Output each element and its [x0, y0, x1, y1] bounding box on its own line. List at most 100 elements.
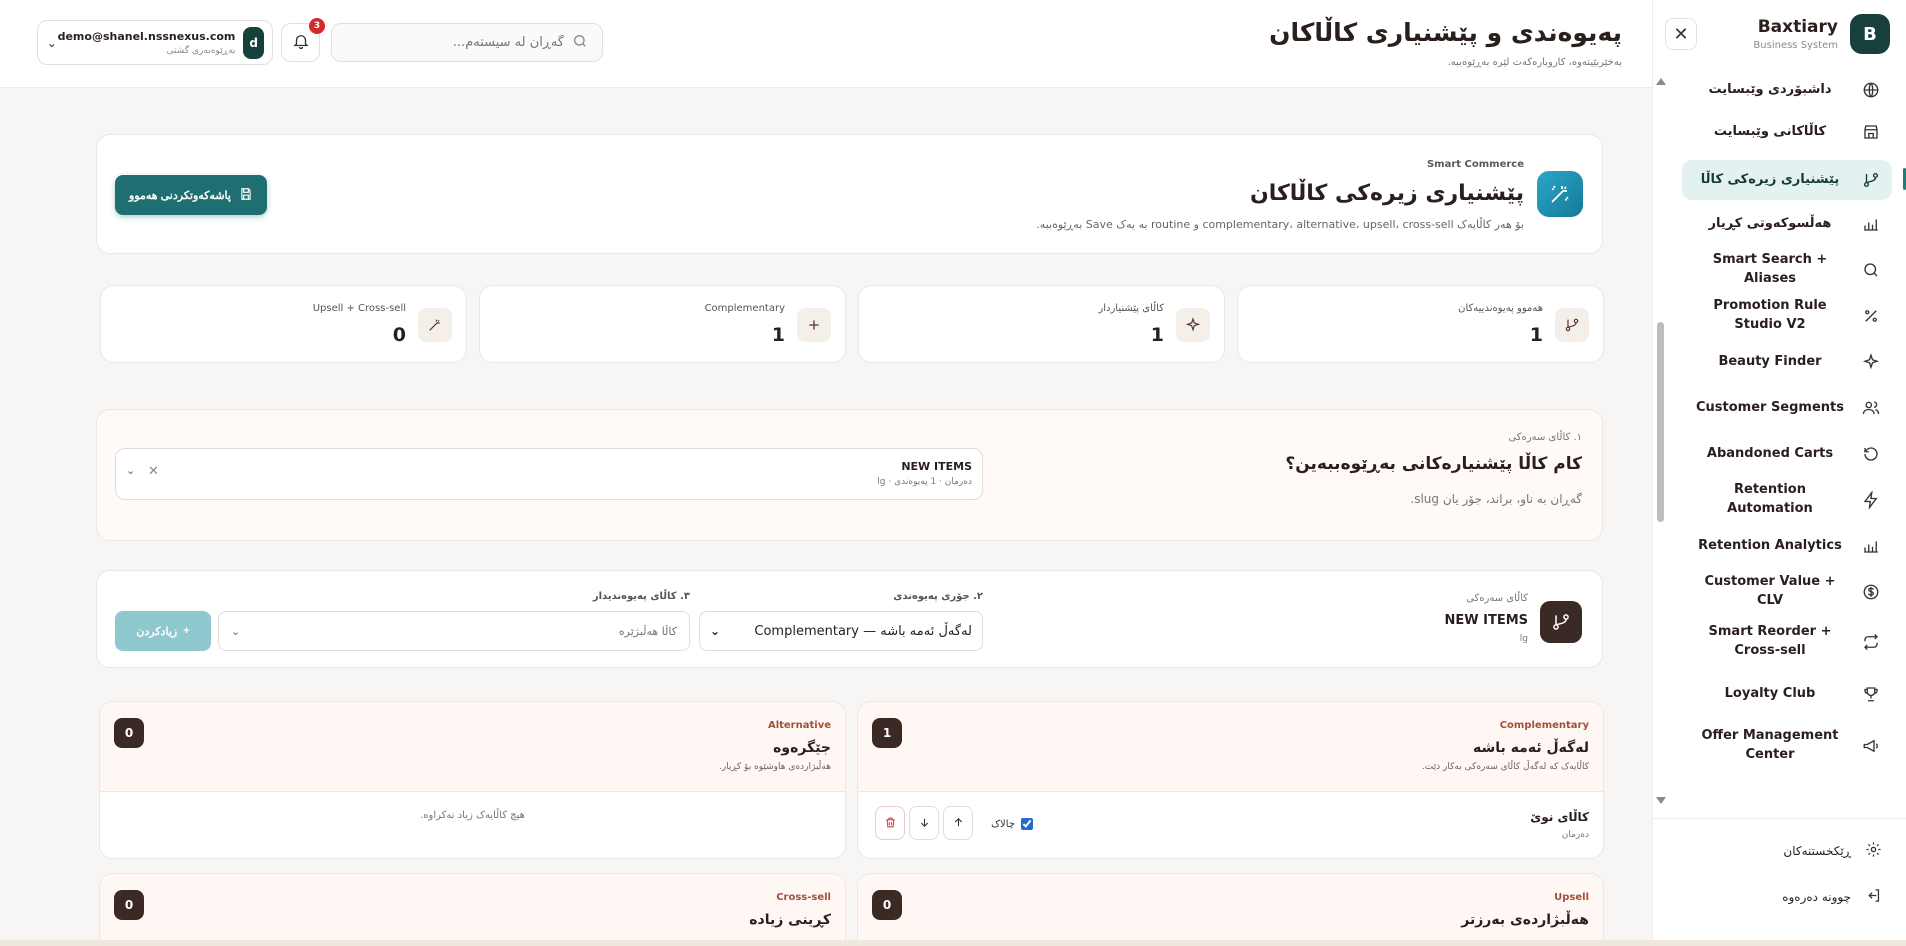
add-label: زیادکردن	[136, 625, 178, 638]
scroll-down-arrow[interactable]	[1656, 797, 1666, 804]
group-description: کاڵایەک کە لەگەڵ کاڵای سەرەکی بەکار دێت.	[1421, 762, 1589, 772]
sidebar-item-loyalty-club[interactable]: Loyalty Club	[1682, 678, 1892, 710]
repeat-icon	[1860, 631, 1882, 653]
group-title: هەڵبژاردەی بەرزتر	[1461, 912, 1589, 928]
users-icon	[1860, 397, 1882, 419]
delete-button[interactable]	[875, 806, 905, 840]
save-all-label: پاشەکەوتکردنی هەموو	[129, 189, 231, 202]
page-subtitle: بەخێربێیتەوە، کاروبارەکەت لێرە بەڕێوەببە…	[1447, 57, 1622, 68]
arrow-up-icon	[952, 814, 965, 833]
branch-icon	[1555, 308, 1589, 342]
sidebar-item-retention-automation[interactable]: Retention Automation	[1682, 482, 1892, 516]
source-product-select[interactable]: NEW ITEMS دەرمان · 1 پەیوەندی · lg ✕ ⌄	[115, 448, 983, 500]
logout-label: چوونە دەرەوە	[1782, 890, 1851, 904]
close-icon: ✕	[1673, 23, 1689, 45]
group-cross-sell: Cross-sell کڕینی زیادە 0	[99, 873, 846, 946]
main-product-brand: lg	[1519, 634, 1528, 644]
sidebar-item-customer-segments[interactable]: Customer Segments	[1682, 392, 1892, 424]
megaphone-icon	[1860, 735, 1882, 757]
branch-icon	[1540, 601, 1582, 643]
source-product-card: ١. کاڵای سەرەکی کام کاڵا پێشنیارەکانی بە…	[96, 409, 1603, 541]
add-relation-card: کاڵای سەرەکی NEW ITEMS lg ٢. جۆری پەیوەن…	[96, 570, 1603, 668]
stat-value: 1	[1529, 324, 1543, 346]
scroll-thumb[interactable]	[1657, 322, 1664, 522]
sidebar-item-customer-behavior[interactable]: هەڵسوکەوتی کڕیار	[1682, 208, 1892, 240]
sidebar-close-button[interactable]: ✕	[1665, 18, 1697, 50]
sidebar-item-smart-search[interactable]: Smart Search + Aliases	[1682, 252, 1892, 286]
logout-link[interactable]: چوونە دەرەوە	[1782, 887, 1882, 907]
save-all-button[interactable]: پاشەکەوتکردنی هەموو	[115, 175, 267, 215]
stat-label: هەموو پەیوەندییەکان	[1458, 303, 1543, 314]
move-up-button[interactable]	[943, 806, 973, 840]
group-count-badge: 0	[114, 890, 144, 920]
scroll-up-arrow[interactable]	[1656, 78, 1666, 85]
stat-card-upsell-crosssell: Upsell + Cross-sell 0	[100, 285, 467, 363]
chevron-down-icon[interactable]: ⌄	[126, 464, 135, 477]
notifications-button[interactable]: 3	[281, 18, 325, 62]
plus-icon	[797, 308, 831, 342]
group-title: جێگرەوە	[773, 740, 831, 756]
group-description: هەڵبژاردەی هاوشێوە بۆ کڕیار.	[718, 762, 831, 772]
sidebar-item-smart-reorder[interactable]: Smart Reorder + Cross-sell	[1682, 620, 1892, 664]
active-toggle[interactable]: چالاک	[991, 818, 1033, 830]
related-item-name: کاڵای نوێ	[1530, 810, 1589, 824]
settings-link[interactable]: ڕێکخستنەکان	[1783, 841, 1882, 861]
sidebar-item-label: Beauty Finder	[1718, 353, 1822, 369]
add-relation-button[interactable]: + زیادکردن	[115, 611, 211, 651]
user-role: بەڕێوەبەری گشتی	[166, 45, 236, 56]
sidebar-item-label: هەڵسوکەوتی کڕیار	[1708, 215, 1832, 231]
top-header: پەیوەندی و پێشنیاری کاڵاکان بەخێربێیتەوە…	[0, 0, 1652, 88]
user-menu[interactable]: ⌄ demo@shanel.nssnexus.com بەڕێوەبەری گش…	[37, 20, 273, 65]
sidebar-item-web-products[interactable]: کاڵاکانی وێبسایت	[1682, 116, 1892, 148]
group-title: کڕینی زیادە	[749, 912, 831, 928]
related-product-select[interactable]: ⌄	[218, 611, 690, 651]
sidebar-item-abandoned-carts[interactable]: Abandoned Carts	[1682, 438, 1892, 470]
relation-type-select[interactable]: لەگەڵ ئەمە باشە — Complementary ⌄	[699, 611, 983, 651]
hero-card: Smart Commerce پێشنیاری زیرەکی کاڵاکان ب…	[96, 134, 1603, 254]
clear-icon[interactable]: ✕	[148, 464, 159, 479]
sidebar-item-label: Customer Value + CLV	[1704, 574, 1836, 608]
sidebar-item-offer-management[interactable]: Offer Management Center	[1682, 724, 1892, 768]
main-product-label: کاڵای سەرەکی	[1466, 593, 1528, 604]
move-down-button[interactable]	[909, 806, 939, 840]
sidebar-item-label: پێشنیاری زیرەکی کاڵا	[1700, 171, 1840, 187]
branch-icon	[1860, 169, 1882, 191]
sidebar-scrollbar[interactable]	[1653, 72, 1667, 810]
sidebar-footer: ڕێکخستنەکان چوونە دەرەوە	[1652, 818, 1906, 904]
sidebar-item-beauty-finder[interactable]: Beauty Finder	[1682, 346, 1892, 378]
sidebar-item-promotion-rule-studio[interactable]: Promotion Rule Studio V2	[1682, 298, 1892, 332]
logout-icon	[1865, 887, 1882, 907]
settings-label: ڕێکخستنەکان	[1783, 844, 1851, 858]
sidebar-item-web-dashboard[interactable]: داشبۆردی وێبسایت	[1682, 74, 1892, 106]
stat-value: 0	[392, 324, 406, 346]
related-product-input[interactable]	[277, 624, 677, 638]
chevron-down-icon: ⌄	[710, 624, 721, 638]
rotate-icon	[1860, 443, 1882, 465]
selected-product-name: NEW ITEMS	[901, 460, 972, 473]
chevron-down-icon: ⌄	[46, 35, 57, 50]
sidebar-item-customer-value[interactable]: Customer Value + CLV	[1682, 574, 1892, 608]
brand[interactable]: B Baxtiary Business System	[1753, 14, 1890, 54]
sidebar: B Baxtiary Business System ✕ داشبۆردی وێ…	[1652, 0, 1906, 946]
sidebar-item-smart-recommendations[interactable]: پێشنیاری زیرەکی کاڵا	[1682, 160, 1906, 200]
sidebar-item-label: کاڵاکانی وێبسایت	[1713, 123, 1827, 139]
notification-badge: 3	[309, 18, 325, 34]
chevron-down-icon: ⌄	[231, 624, 241, 638]
search-box[interactable]	[331, 23, 603, 62]
dollar-icon	[1860, 581, 1882, 603]
search-icon	[572, 33, 588, 53]
sidebar-item-retention-analytics[interactable]: Retention Analytics	[1682, 530, 1892, 562]
trash-icon	[884, 814, 897, 833]
section-hint: گەڕان بە ناو، براند، جۆر یان slug.	[1410, 492, 1582, 506]
stat-value: 1	[771, 324, 785, 346]
sidebar-item-label: Retention Automation	[1727, 482, 1813, 516]
save-icon	[239, 187, 253, 204]
chart-icon	[1860, 535, 1882, 557]
sidebar-item-label: Offer Management Center	[1701, 728, 1839, 762]
active-checkbox[interactable]	[1021, 818, 1033, 830]
group-count-badge: 0	[872, 890, 902, 920]
plus-icon: +	[183, 625, 190, 637]
globe-icon	[1860, 79, 1882, 101]
search-input[interactable]	[364, 35, 564, 50]
magic-wand-icon	[418, 308, 452, 342]
